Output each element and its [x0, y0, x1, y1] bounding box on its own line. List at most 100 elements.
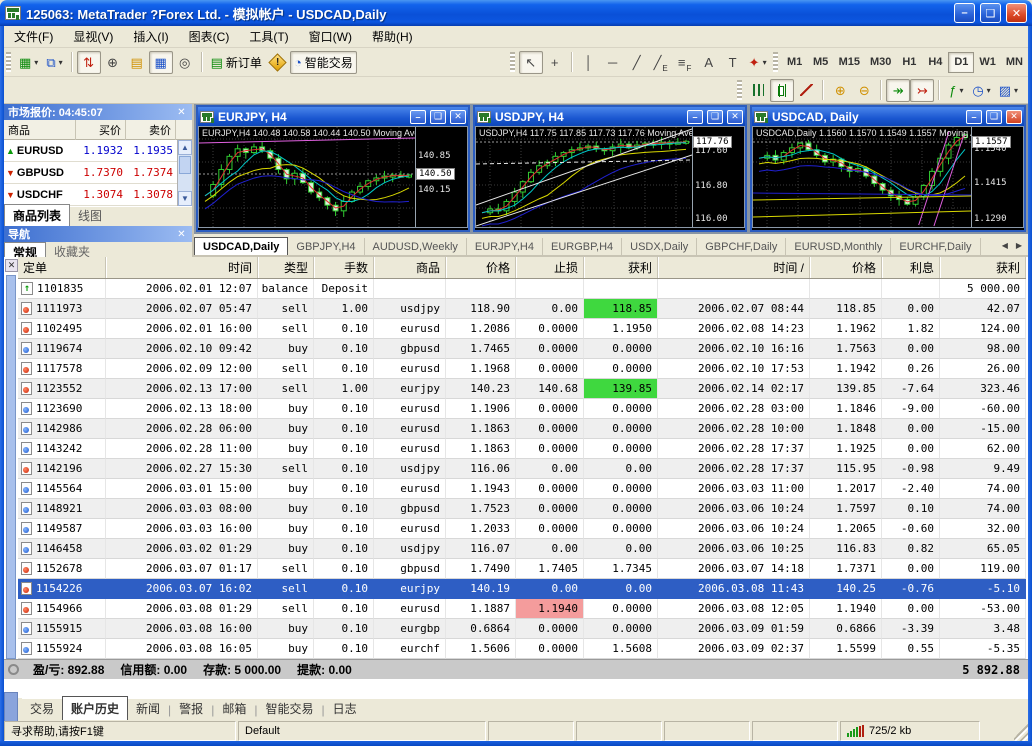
header-10-利息[interactable]: 利息: [882, 257, 940, 278]
chart-plot[interactable]: EURJPY,H4 140.48 140.58 140.44 140.50 Mo…: [199, 127, 415, 227]
timeframe-m5[interactable]: M5: [808, 52, 834, 73]
column-symbol[interactable]: 商品: [4, 120, 76, 140]
chart-minimize-button[interactable]: –: [966, 110, 982, 124]
market-watch-scrollbar[interactable]: ▲ ▼: [177, 140, 192, 206]
chart-maximize-button[interactable]: ❑: [430, 110, 446, 124]
text-label-tool-button[interactable]: T: [721, 51, 745, 74]
chart-window-eurjpy[interactable]: EURJPY, H4–❑✕EURJPY,H4 140.48 140.58 140…: [196, 105, 470, 232]
vertical-line-tool-button[interactable]: │: [577, 51, 601, 74]
timeframe-m30[interactable]: M30: [865, 52, 896, 73]
terminal-tab-日志[interactable]: 日志: [325, 697, 365, 720]
chart-plot[interactable]: USDCAD,Daily 1.1560 1.1570 1.1549 1.1557…: [753, 127, 971, 227]
terminal-tab-智能交易[interactable]: 智能交易: [257, 697, 321, 720]
menu-item-3[interactable]: 图表(C): [179, 25, 240, 48]
menu-item-0[interactable]: 文件(F): [4, 25, 63, 48]
zoom-out-button[interactable]: ⊖: [852, 79, 876, 102]
order-row-1146458[interactable]: 11464582006.03.02 01:29buy0.10usdjpy116.…: [18, 539, 1026, 559]
crosshair-target-button[interactable]: ⊕: [101, 51, 125, 74]
column-ask[interactable]: 卖价: [126, 120, 176, 140]
order-row-1143242[interactable]: 11432422006.02.28 11:00buy0.10eurusd1.18…: [18, 439, 1026, 459]
header-0-定单[interactable]: 定单: [18, 257, 106, 278]
column-bid[interactable]: 买价: [76, 120, 126, 140]
line-chart-mode-button[interactable]: [794, 79, 818, 102]
menu-item-4[interactable]: 工具(T): [239, 25, 298, 48]
chart-maximize-button[interactable]: ❑: [986, 110, 1002, 124]
timeframe-m15[interactable]: M15: [834, 52, 865, 73]
scroll-up-icon[interactable]: ▲: [178, 140, 192, 155]
chart-maximize-button[interactable]: ❑: [707, 110, 723, 124]
toolbar-grip[interactable]: [6, 52, 11, 72]
navigator-toggle-button[interactable]: ▤: [125, 51, 149, 74]
chart-window-usdcad[interactable]: USDCAD, Daily–❑✕USDCAD,Daily 1.1560 1.15…: [750, 105, 1026, 232]
toolbar-grip[interactable]: [773, 52, 778, 72]
chart-canvas[interactable]: [753, 127, 971, 227]
profiles-button[interactable]: ⧉▾: [42, 51, 66, 74]
terminal-tab-账户历史[interactable]: 账户历史: [62, 696, 128, 720]
order-row-1142196[interactable]: 11421962006.02.27 15:30sell0.10usdjpy116…: [18, 459, 1026, 479]
expert-advisors-button[interactable]: ◔智能交易: [290, 51, 357, 74]
order-row-1102495[interactable]: 11024952006.02.01 16:00sell0.10eurusd1.2…: [18, 319, 1026, 339]
strategy-tester-button[interactable]: ◎: [173, 51, 197, 74]
header-4-商品[interactable]: 商品: [374, 257, 446, 278]
order-row-1154226[interactable]: 11542262006.03.07 16:02sell0.10eurjpy140…: [18, 579, 1026, 599]
header-5-价格[interactable]: 价格: [446, 257, 516, 278]
chart-tab-eurusd-monthly[interactable]: EURUSD,Monthly: [786, 238, 891, 255]
order-row-1117578[interactable]: 11175782006.02.09 12:00sell0.10eurusd1.1…: [18, 359, 1026, 379]
order-row-1142986[interactable]: 11429862006.02.28 06:00buy0.10eurusd1.18…: [18, 419, 1026, 439]
resize-grip[interactable]: [1014, 721, 1028, 741]
market-watch-row[interactable]: ▼USDCHF1.30741.3078: [4, 184, 192, 206]
chart-window-titlebar[interactable]: USDJPY, H4–❑✕: [475, 107, 745, 126]
new-chart-button[interactable]: ▦▾: [15, 51, 42, 74]
text-tool-button[interactable]: A: [697, 51, 721, 74]
scroll-down-icon[interactable]: ▼: [178, 191, 192, 206]
market-watch-row[interactable]: ▼GBPUSD1.73701.7374: [4, 162, 192, 184]
header-2-类型[interactable]: 类型: [258, 257, 314, 278]
chart-tab-gbpjpy-h4[interactable]: GBPJPY,H4: [288, 238, 364, 255]
chart-tab-usdcad-daily[interactable]: USDCAD,Daily: [194, 237, 288, 255]
zoom-in-button[interactable]: ⊕: [828, 79, 852, 102]
scroll-left-icon[interactable]: ◀: [999, 239, 1011, 252]
header-7-获利[interactable]: 获利: [584, 257, 658, 278]
order-row-1152678[interactable]: 11526782006.03.07 01:17sell0.10gbpusd1.7…: [18, 559, 1026, 579]
chart-window-titlebar[interactable]: USDCAD, Daily–❑✕: [752, 107, 1024, 126]
menu-item-6[interactable]: 帮助(H): [362, 25, 423, 48]
cursor-tool-button[interactable]: ↖: [519, 51, 543, 74]
status-profile[interactable]: Default: [238, 721, 486, 741]
order-row-1101835[interactable]: ↑11018352006.02.01 12:07balanceDeposit5 …: [18, 279, 1026, 299]
chart-tab-usdx-daily[interactable]: USDX,Daily: [622, 238, 697, 255]
horizontal-line-tool-button[interactable]: ─: [601, 51, 625, 74]
order-row-1155915[interactable]: 11559152006.03.08 16:00buy0.10eurgbp0.68…: [18, 619, 1026, 639]
order-row-1148921[interactable]: 11489212006.03.03 08:00buy0.10gbpusd1.75…: [18, 499, 1026, 519]
trendline-tool-button[interactable]: ╱: [625, 51, 649, 74]
data-window-toggle-button[interactable]: ▦: [149, 51, 173, 74]
market-watch-titlebar[interactable]: 市场报价: 04:45:07 ✕: [4, 104, 192, 120]
chart-close-button[interactable]: ✕: [450, 110, 466, 124]
market-watch-row[interactable]: ▲EURUSD1.19321.1935: [4, 140, 192, 162]
market-watch-tab-商品列表[interactable]: 商品列表: [4, 204, 70, 226]
fibonacci-tool-button[interactable]: ≡F: [673, 51, 697, 74]
new-order-button[interactable]: ▤新订单: [207, 51, 266, 74]
arrows-tool-button[interactable]: ✦▾: [745, 51, 771, 74]
terminal-tab-交易[interactable]: 交易: [22, 697, 62, 720]
timeframe-w1[interactable]: W1: [974, 52, 1001, 73]
header-6-止损[interactable]: 止损: [516, 257, 584, 278]
chart-minimize-button[interactable]: –: [410, 110, 426, 124]
chart-tab-gbpchf-daily[interactable]: GBPCHF,Daily: [697, 238, 786, 255]
chart-tab-eurjpy-h4[interactable]: EURJPY,H4: [467, 238, 543, 255]
menu-item-5[interactable]: 窗口(W): [299, 25, 362, 48]
terminal-tab-警报[interactable]: 警报: [171, 697, 211, 720]
header-11-获利[interactable]: 获利: [940, 257, 1026, 278]
timeframe-m1[interactable]: M1: [782, 52, 808, 73]
chart-tab-eurgbp-h4[interactable]: EURGBP,H4: [543, 238, 622, 255]
order-row-1119674[interactable]: 11196742006.02.10 09:42buy0.10gbpusd1.74…: [18, 339, 1026, 359]
maximize-button[interactable]: ❑: [980, 3, 1001, 23]
order-row-1149587[interactable]: 11495872006.03.03 16:00buy0.10eurusd1.20…: [18, 519, 1026, 539]
auto-scroll-button[interactable]: ↠: [886, 79, 910, 102]
chart-tab-audusd-weekly[interactable]: AUDUSD,Weekly: [365, 238, 467, 255]
header-9-价格[interactable]: 价格: [810, 257, 882, 278]
toolbar-grip[interactable]: [737, 80, 742, 100]
header-1-时间[interactable]: 时间: [106, 257, 258, 278]
candlestick-mode-button[interactable]: [770, 79, 794, 102]
chart-canvas[interactable]: [199, 127, 415, 227]
title-bar[interactable]: 125063: MetaTrader ?Forex Ltd. - 模拟帐户 - …: [0, 0, 1032, 26]
